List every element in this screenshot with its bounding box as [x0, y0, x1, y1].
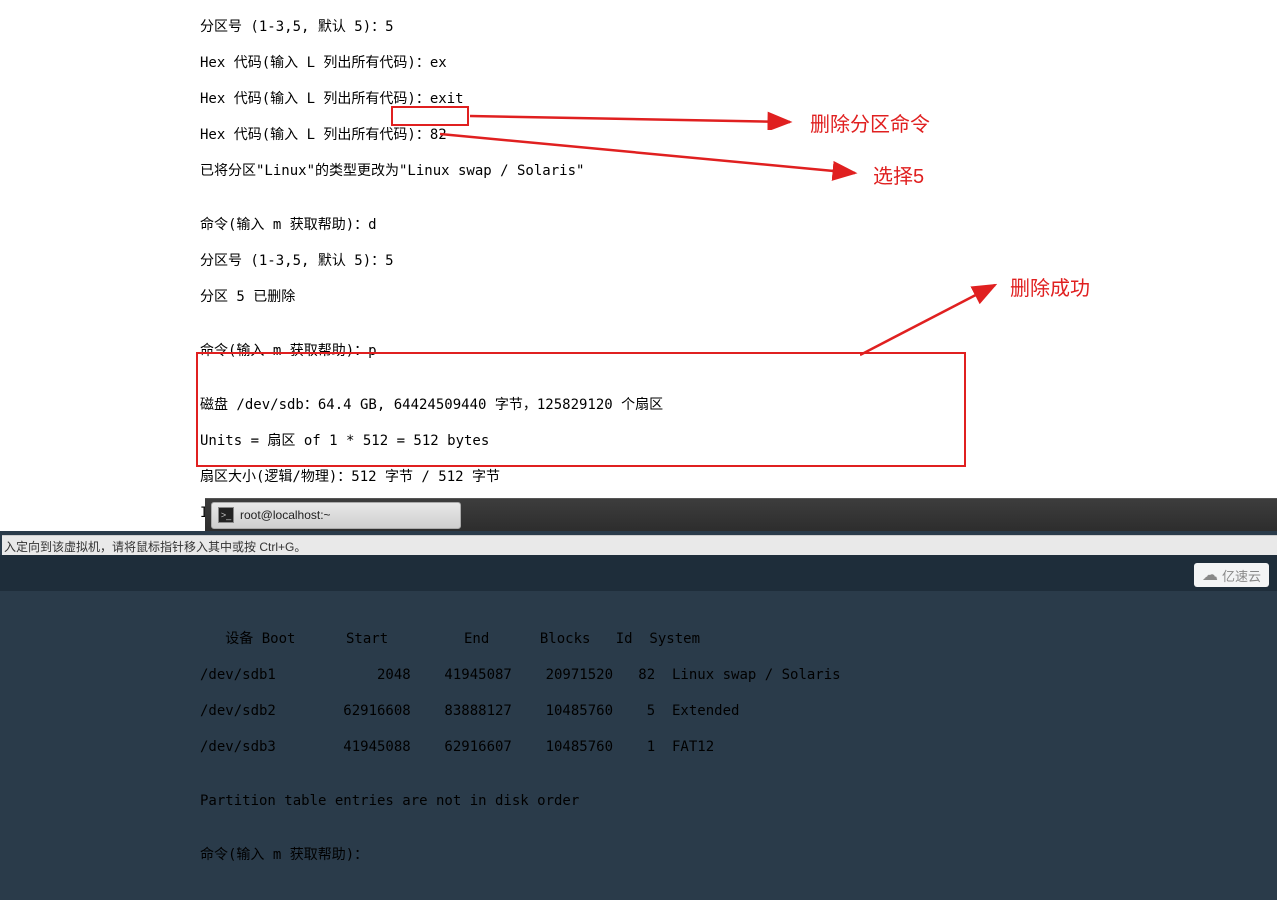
term-line: 设备 Boot Start End Blocks Id System: [200, 630, 1277, 648]
term-line: Partition table entries are not in disk …: [200, 792, 1277, 810]
term-line: 命令(输入 m 获取帮助)：d: [200, 216, 1277, 234]
host-background: [0, 555, 1277, 591]
vm-hint-bar: 入定向到该虚拟机，请将鼠标指针移入其中或按 Ctrl+G。: [2, 535, 1277, 555]
term-line: 分区号 (1-3,5, 默认 5)：5: [200, 18, 1277, 36]
term-line: Units = 扇区 of 1 * 512 = 512 bytes: [200, 432, 1277, 450]
cloud-icon: ☁: [1202, 565, 1218, 585]
terminal-window: 分区号 (1-3,5, 默认 5)：5 Hex 代码(输入 L 列出所有代码)：…: [0, 0, 1277, 531]
term-line: 分区号 (1-3,5, 默认 5)：5: [200, 252, 1277, 270]
term-line: Hex 代码(输入 L 列出所有代码)：ex: [200, 54, 1277, 72]
term-line: 分区 5 已删除: [200, 288, 1277, 306]
watermark-text: 亿速云: [1222, 566, 1261, 585]
terminal-icon: >_: [218, 507, 234, 523]
taskbar-item-terminal[interactable]: >_ root@localhost:~: [211, 502, 461, 529]
term-line: Hex 代码(输入 L 列出所有代码)：exit: [200, 90, 1277, 108]
term-line: 扇区大小(逻辑/物理)：512 字节 / 512 字节: [200, 468, 1277, 486]
term-line: 命令(输入 m 获取帮助)：p: [200, 342, 1277, 360]
term-line: 磁盘 /dev/sdb：64.4 GB, 64424509440 字节，1258…: [200, 396, 1277, 414]
term-line: 命令(输入 m 获取帮助)：: [200, 846, 1277, 864]
taskbar: >_ root@localhost:~: [205, 498, 1277, 531]
term-line: Hex 代码(输入 L 列出所有代码)：82: [200, 126, 1277, 144]
watermark: ☁ 亿速云: [1194, 563, 1269, 587]
term-line: /dev/sdb3 41945088 62916607 10485760 1 F…: [200, 738, 1277, 756]
left-margin: [0, 0, 200, 531]
term-line: /dev/sdb2 62916608 83888127 10485760 5 E…: [200, 702, 1277, 720]
term-line: 已将分区"Linux"的类型更改为"Linux swap / Solaris": [200, 162, 1277, 180]
taskbar-item-label: root@localhost:~: [240, 508, 331, 522]
term-line: /dev/sdb1 2048 41945087 20971520 82 Linu…: [200, 666, 1277, 684]
terminal-output[interactable]: 分区号 (1-3,5, 默认 5)：5 Hex 代码(输入 L 列出所有代码)：…: [200, 0, 1277, 495]
